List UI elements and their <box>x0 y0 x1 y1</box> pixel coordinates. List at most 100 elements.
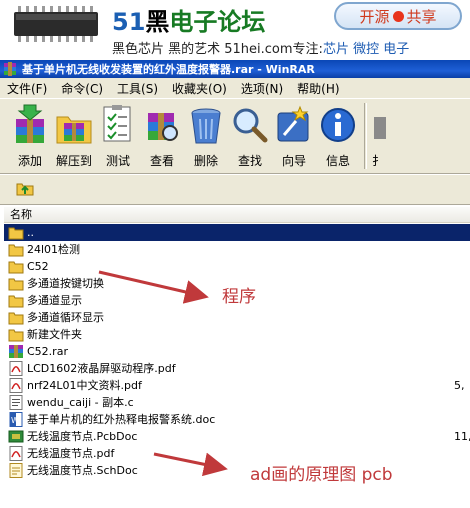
share-right-text: 共享 <box>406 7 437 26</box>
column-name-label: 名称 <box>10 208 32 221</box>
find-label: 查找 <box>237 154 262 168</box>
info-button[interactable]: 信息 <box>316 99 360 173</box>
logo-rest: 电子论坛 <box>169 8 266 36</box>
folder-icon <box>8 312 24 325</box>
window-titlebar[interactable]: 基于单片机无线收发装置的红外温度报警器.rar - WinRAR <box>0 60 470 78</box>
repair-icon <box>374 117 386 139</box>
annotation-arrow-program <box>98 270 209 304</box>
folder-up-icon[interactable] <box>16 180 34 196</box>
info-label: 信息 <box>325 154 350 168</box>
column-header-name[interactable]: 名称 <box>4 207 470 223</box>
folder-icon <box>8 295 24 308</box>
file-name: 新建文件夹 <box>27 328 82 341</box>
folder-icon <box>8 244 24 257</box>
annotation-program: 程序 <box>222 287 256 307</box>
add-label: 添加 <box>17 154 42 168</box>
list-item[interactable]: 无线温度节点.SchDoc <box>4 462 470 479</box>
list-item[interactable]: LCD1602液晶屏驱动程序.pdf <box>4 360 470 377</box>
menu-commands[interactable]: 命令(C) <box>54 80 110 97</box>
logo-51: 51 <box>112 8 146 36</box>
file-name: 基于单片机的红外热释电报警系统.doc <box>27 413 216 426</box>
view-label: 查看 <box>149 154 174 168</box>
slogan-blue: 芯片 微控 电子 <box>322 42 410 57</box>
address-bar <box>0 175 470 205</box>
extract-to-icon <box>56 116 92 144</box>
winrar-app-icon <box>4 62 16 76</box>
file-name: LCD1602液晶屏驱动程序.pdf <box>27 362 176 375</box>
annotation-ad-schematic-pcb: ad画的原理图 pcb <box>250 465 393 485</box>
find-button[interactable]: 查找 <box>228 99 272 173</box>
forum-banner: 51黑电子论坛 开源 共享 黑色芯片 黑的艺术 51hei.com专注:芯片 微控… <box>0 0 470 60</box>
file-name: 无线温度节点.pdf <box>27 447 115 460</box>
list-item[interactable]: W 基于单片机的红外热释电报警系统.doc <box>4 411 470 428</box>
sch-icon <box>9 463 23 478</box>
list-item[interactable]: 无线温度节点.PcbDoc 11, <box>4 428 470 445</box>
toolbar: 添加 解压到 测试 查看 删除 查找 向导 信息 扌 <box>0 98 470 174</box>
list-item[interactable]: 新建文件夹 <box>4 326 470 343</box>
chip-logo-icon <box>14 6 98 42</box>
list-item[interactable]: 无线温度节点.pdf <box>4 445 470 462</box>
share-left-text: 开源 <box>359 7 390 26</box>
parent-folder-icon <box>8 227 24 240</box>
list-item[interactable]: C52.rar <box>4 343 470 360</box>
doc-icon: W <box>9 412 23 427</box>
pcb-icon <box>8 430 24 443</box>
file-name: 无线温度节点.PcbDoc <box>27 430 138 443</box>
annotation-arrow-ad <box>153 452 228 476</box>
add-icon <box>16 104 44 143</box>
find-icon <box>233 108 268 143</box>
menu-file[interactable]: 文件(F) <box>0 80 54 97</box>
slogan: 黑色芯片 黑的艺术 51hei.com专注:芯片 微控 电子 <box>112 38 409 57</box>
delete-icon <box>191 108 221 144</box>
open-source-share-badge[interactable]: 开源 共享 <box>334 2 462 30</box>
repair-label: 扌 <box>371 154 384 168</box>
slogan-main: 黑色芯片 黑的艺术 51hei.com专注: <box>112 42 323 57</box>
view-button[interactable]: 查看 <box>140 99 184 173</box>
list-item[interactable]: 多通道循环显示 <box>4 309 470 326</box>
test-icon <box>103 105 131 142</box>
list-item[interactable]: nrf24L01中文资料.pdf 5, <box>4 377 470 394</box>
folder-icon <box>8 278 24 291</box>
file-name: 多通道循环显示 <box>27 311 104 324</box>
folder-icon <box>8 329 24 342</box>
pdf-icon <box>9 446 23 461</box>
dot-icon <box>392 10 404 22</box>
pdf-icon <box>9 378 23 393</box>
info-icon <box>321 108 355 142</box>
file-list: .. 24l01检测 C52 多通道按键切换 多通道显示 多通道循环显示 新建文… <box>4 224 470 508</box>
wizard-label: 向导 <box>281 154 306 168</box>
menu-help[interactable]: 帮助(H) <box>290 80 346 97</box>
file-name: 多通道按键切换 <box>27 277 104 290</box>
file-name: .. <box>27 226 34 239</box>
file-name: 无线温度节点.SchDoc <box>27 464 138 477</box>
test-button[interactable]: 测试 <box>96 99 140 173</box>
list-item[interactable]: .. <box>4 224 470 241</box>
repair-button[interactable]: 扌 <box>370 99 386 173</box>
file-name: wendu_caiji - 副本.c <box>27 396 134 409</box>
menu-tools[interactable]: 工具(S) <box>110 80 165 97</box>
extract-to-label: 解压到 <box>55 154 92 168</box>
list-item[interactable]: C52 <box>4 258 470 275</box>
file-size: 5, <box>454 379 465 392</box>
svg-text:W: W <box>11 416 19 425</box>
logo-hei: 黑 <box>145 8 170 36</box>
c-file-icon <box>9 395 23 410</box>
extract-to-button[interactable]: 解压到 <box>52 99 96 173</box>
menu-options[interactable]: 选项(N) <box>234 80 290 97</box>
toolbar-separator <box>360 99 370 173</box>
view-icon <box>148 113 178 141</box>
delete-button[interactable]: 删除 <box>184 99 228 173</box>
delete-label: 删除 <box>193 154 218 168</box>
list-item[interactable]: wendu_caiji - 副本.c <box>4 394 470 411</box>
forum-logo: 51黑电子论坛 <box>112 2 265 37</box>
menu-bar: 文件(F) 命令(C) 工具(S) 收藏夹(O) 选项(N) 帮助(H) <box>0 78 470 98</box>
file-name: 多通道显示 <box>27 294 82 307</box>
rar-icon <box>9 345 23 358</box>
wizard-button[interactable]: 向导 <box>272 99 316 173</box>
window-title: 基于单片机无线收发装置的红外温度报警器.rar - WinRAR <box>22 63 315 76</box>
menu-favorites[interactable]: 收藏夹(O) <box>165 80 234 97</box>
list-item[interactable]: 24l01检测 <box>4 241 470 258</box>
add-button[interactable]: 添加 <box>8 99 52 173</box>
file-size: 11, <box>454 430 470 443</box>
folder-icon <box>8 261 24 274</box>
